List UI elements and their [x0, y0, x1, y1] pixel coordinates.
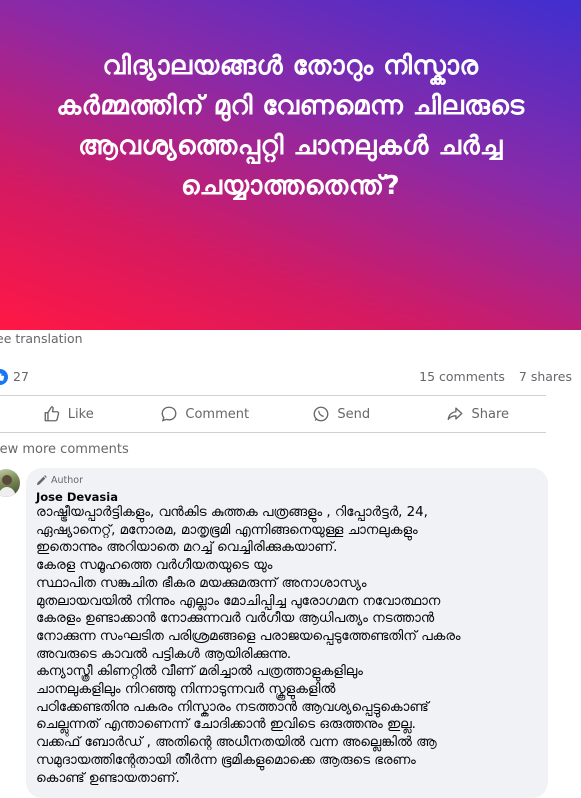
share-label: Share: [471, 406, 509, 422]
comment-bubble: Author Jose Devasia രാഷ്ട്രീയപ്പാർട്ടികള…: [26, 468, 548, 798]
comments-count[interactable]: 15 comments: [419, 369, 505, 384]
reaction-count[interactable]: 27: [13, 369, 29, 384]
send-button[interactable]: Send: [273, 398, 410, 430]
comment-button[interactable]: Comment: [137, 398, 274, 430]
comment-bubble-icon: [161, 406, 177, 422]
comment-line: കേരള സമൂഹത്തെ വർഗീയതയുടെ യും: [36, 558, 273, 574]
whatsapp-icon: [313, 406, 329, 422]
comment-line: വക്കഫ് ബോർഡ് , അതിന്റെ അധീനതയിൽ വന്ന അല്…: [36, 735, 437, 751]
share-arrow-icon: [448, 407, 463, 421]
comment-line: സമുദായത്തിന്റേതായി തീർന്ന ഭൂമികളുമൊക്കെ …: [36, 752, 416, 768]
comment-text: രാഷ്ട്രീയപ്പാർട്ടികളും, വൻകിട കുത്തക പത്…: [36, 504, 536, 787]
comment-line: രാഷ്ട്രീയപ്പാർട്ടികളും, വൻകിട കുത്തക പത്…: [36, 505, 428, 520]
comment-line: കൊണ്ട് ഉണ്ടായതാണ്.: [36, 770, 180, 786]
comment-line: ചെല്ലുന്നത് എന്താണെന്ന് ചോദിക്കാൻ ഇവിടെ …: [36, 717, 416, 733]
comment-line: അവരുടെ കാവൽ പട്ടികൾ ആയിരിക്കുന്നു.: [36, 646, 292, 662]
banner-title: വിദ്യാലയങ്ങൾ തോറും നിസ്കാര കർമ്മത്തിന് മ…: [56, 51, 525, 201]
comment-line: കേരളം ഉണ്ടാക്കാൻ നോക്കുന്നവർ വർഗീയ ആധിപത…: [36, 611, 435, 627]
comment-line: ചാനലുകളിലും നിറഞ്ഞു നിന്നാടുന്നവർ സ്കൂളു…: [36, 682, 336, 698]
comment-line: നോക്കുന്ന സംഘടിത പരിശ്രമങ്ങളെ പരാജയപ്പെട…: [36, 628, 461, 644]
divider: [0, 432, 546, 433]
author-badge-label: Author: [51, 475, 83, 486]
view-more-comments-link[interactable]: iew more comments: [0, 442, 129, 457]
post-image-banner[interactable]: വിദ്യാലയങ്ങൾ തോറും നിസ്കാര കർമ്മത്തിന് മ…: [0, 0, 581, 330]
author-badge: Author: [36, 475, 83, 486]
see-translation-link[interactable]: ee translation: [0, 331, 83, 346]
comment-line: ഏഷ്യാനെറ്റ്, മനോരമ, മാതൃഭൂമി എന്നിങ്ങനെയ…: [36, 522, 418, 538]
pencil-icon: [36, 475, 47, 486]
commenter-avatar[interactable]: [0, 469, 20, 497]
like-button[interactable]: Like: [0, 398, 137, 430]
post-actions-bar: Like Comment Send Share: [0, 398, 546, 430]
share-button[interactable]: Share: [410, 398, 547, 430]
comment-label: Comment: [185, 406, 250, 422]
comment-author-name[interactable]: Jose Devasia: [36, 490, 118, 504]
comment-line: സ്ഥാപിത സങ്കുചിത ഭീകര മയക്കുമരുന്ന് അനാശ…: [36, 575, 367, 591]
send-label: Send: [337, 406, 371, 422]
comment-line: കന്യാസ്ത്രീ കിണറ്റിൽ വീണ് മരിച്ചാൽ പത്രത…: [36, 664, 363, 680]
comment-line: പഠിക്കേണ്ടതിനു പകരം നിസ്കാരം നടത്താൻ ആവശ…: [36, 699, 429, 715]
comment-line: ഇതൊന്നും അറിയാതെ മറച്ച് വെച്ചിരിക്കുകയാണ…: [36, 540, 338, 556]
thumbs-up-icon: [44, 406, 59, 422]
like-reaction-icon[interactable]: [0, 369, 8, 385]
post-stats-bar: 27 15 comments 7 shares: [0, 366, 581, 388]
like-label: Like: [67, 406, 94, 422]
divider: [0, 395, 546, 396]
shares-count[interactable]: 7 shares: [519, 369, 572, 384]
comment-line: മുതലായവയിൽ നിന്നും എല്ലാം മോചിപ്പിച്ച പു…: [36, 593, 441, 609]
